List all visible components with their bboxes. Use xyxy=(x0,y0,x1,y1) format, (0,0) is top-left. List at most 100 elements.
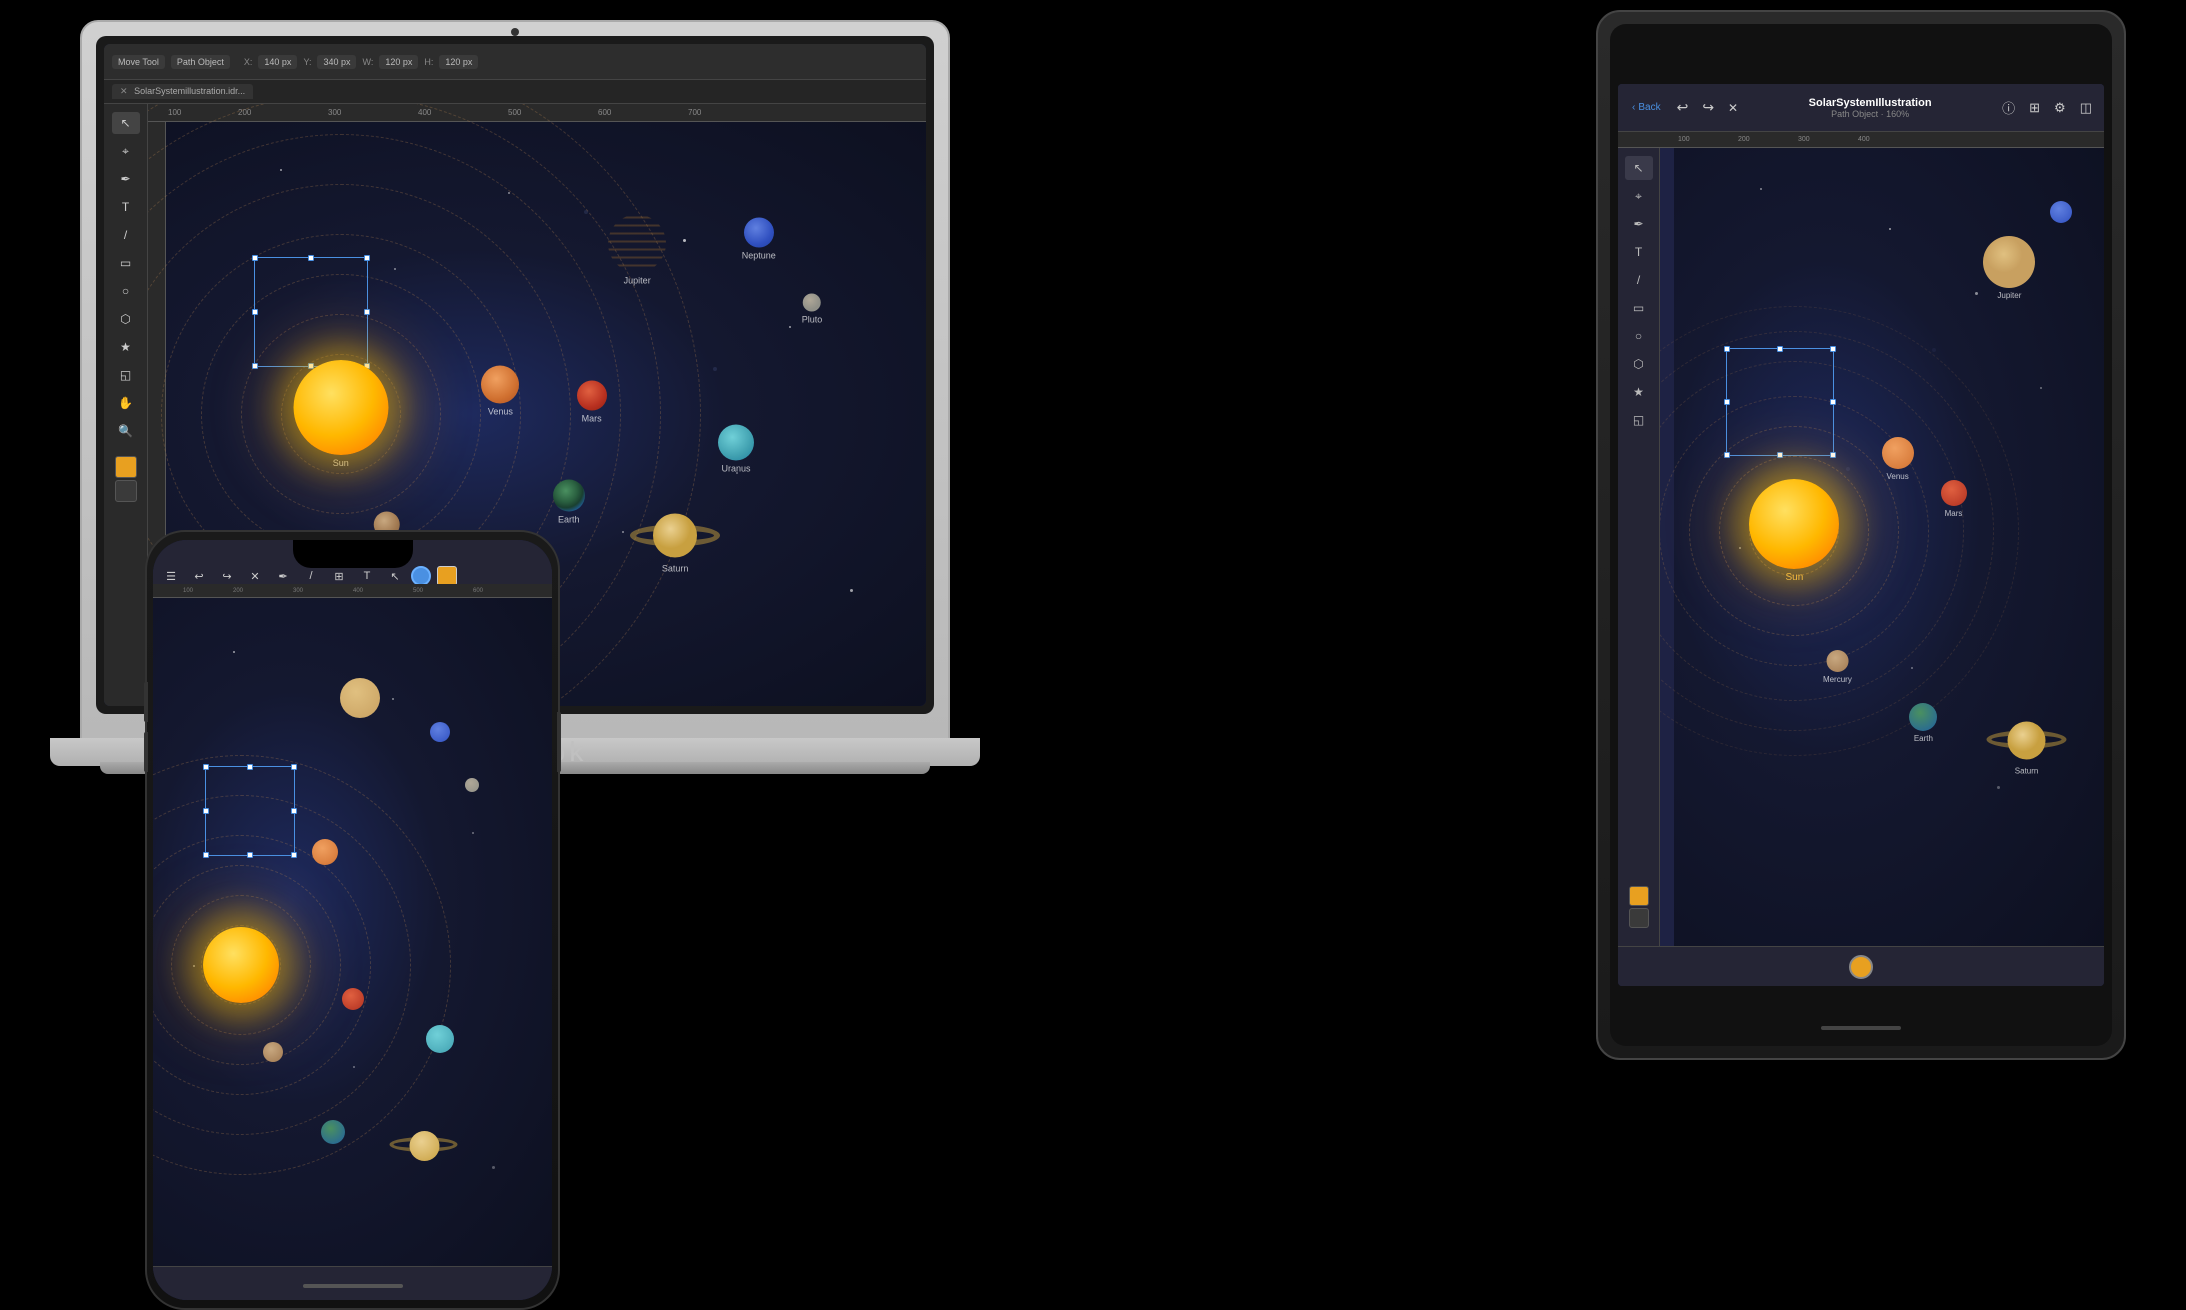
orbit-saturn-phone xyxy=(153,755,451,1175)
tablet-shear-tool[interactable]: ◱ xyxy=(1625,408,1653,432)
jupiter-tablet[interactable]: Jupiter xyxy=(1983,236,2035,300)
y-value[interactable]: 340 px xyxy=(317,55,356,69)
x-value[interactable]: 140 px xyxy=(258,55,297,69)
mars-mac[interactable]: Mars xyxy=(577,381,607,424)
neptune-tablet[interactable] xyxy=(2050,201,2072,223)
pen-tool[interactable]: ✒ xyxy=(112,168,140,190)
tablet-stroke-swatch[interactable] xyxy=(1629,908,1649,928)
layers-button-tablet[interactable]: ◫ xyxy=(2076,100,2096,116)
tablet-star-tool[interactable]: ★ xyxy=(1625,380,1653,404)
redo-button[interactable]: ↪ xyxy=(1698,99,1718,116)
neptune-mac[interactable]: Neptune xyxy=(742,217,776,260)
saturn-tablet[interactable]: Saturn xyxy=(1994,718,2059,775)
tablet-color-circle[interactable] xyxy=(1849,955,1873,979)
sun-tablet[interactable]: Sun xyxy=(1749,479,1839,583)
phone-power-btn[interactable] xyxy=(557,712,561,772)
saturn-body-phone xyxy=(409,1131,439,1161)
venus-mac[interactable]: Venus xyxy=(481,365,519,416)
polygon-tool[interactable]: ⬡ xyxy=(112,308,140,330)
mac-tab-file[interactable]: ✕ SolarSystemillustration.idr... xyxy=(112,84,253,99)
close-button[interactable]: ✕ xyxy=(1724,101,1742,115)
venus-label-mac: Venus xyxy=(488,406,513,416)
tablet-canvas-wrap[interactable]: Sun Mercury Venus xyxy=(1660,148,2104,946)
tablet-ellipse-tool[interactable]: ○ xyxy=(1625,324,1653,348)
jupiter-mac[interactable]: Jupiter xyxy=(608,215,666,286)
sun-phone[interactable] xyxy=(203,927,279,1003)
node-tool[interactable]: ⌖ xyxy=(112,140,140,162)
back-button[interactable]: ‹ Back xyxy=(1626,98,1667,117)
mercury-phone[interactable] xyxy=(263,1042,283,1062)
venus-phone[interactable] xyxy=(312,839,338,865)
tablet-line-tool[interactable]: / xyxy=(1625,268,1653,292)
mars-tablet[interactable]: Mars xyxy=(1941,480,1967,518)
gear-button-tablet[interactable]: ⚙ xyxy=(2050,100,2070,116)
tablet-pen-tool[interactable]: ✒ xyxy=(1625,212,1653,236)
text-tool[interactable]: T xyxy=(112,196,140,218)
info-button-tablet[interactable]: ⓘ xyxy=(1998,98,2019,117)
phone-ruler-h: 100 200 300 400 500 600 xyxy=(153,584,552,598)
uranus-mac[interactable]: Uranus xyxy=(718,425,754,474)
tablet-node-tool[interactable]: ⌖ xyxy=(1625,184,1653,208)
saturn-phone[interactable] xyxy=(397,1127,452,1165)
line-tool[interactable]: / xyxy=(112,224,140,246)
sun-mac[interactable]: Sun xyxy=(293,360,388,468)
phone-vol-up-btn[interactable] xyxy=(144,682,148,722)
neptune-phone[interactable] xyxy=(430,722,450,742)
tablet-rect-tool[interactable]: ▭ xyxy=(1625,296,1653,320)
phone-vol-down-btn[interactable] xyxy=(144,732,148,772)
uranus-body-mac xyxy=(718,425,754,461)
star-tool[interactable]: ★ xyxy=(112,336,140,358)
jupiter-label-tablet: Jupiter xyxy=(1997,291,2021,300)
earth-body-phone xyxy=(321,1120,345,1144)
phone-fill-swatch[interactable] xyxy=(437,566,457,586)
tablet-canvas[interactable]: Sun Mercury Venus xyxy=(1674,148,2104,946)
tab-close-icon[interactable]: ✕ xyxy=(120,86,128,96)
fill-color-swatch[interactable] xyxy=(115,456,137,478)
mars-phone[interactable] xyxy=(342,988,364,1010)
phone-screen: ☰ ↩ ↪ ✕ ✒ / ⊞ T ↖ 100 200 300 4 xyxy=(153,540,552,1300)
rect-tool[interactable]: ▭ xyxy=(112,252,140,274)
earth-phone[interactable] xyxy=(321,1120,345,1144)
h-value[interactable]: 120 px xyxy=(439,55,478,69)
tablet-screen: ‹ Back ↩ ↪ ✕ SolarSystemIllustration Pat… xyxy=(1618,84,2104,986)
sun-body-mac xyxy=(293,360,388,455)
pluto-mac[interactable]: Pluto xyxy=(802,293,823,324)
mercury-tablet[interactable]: Mercury xyxy=(1823,650,1852,684)
macbook-camera xyxy=(511,28,519,36)
phone-color-circle[interactable] xyxy=(411,566,431,586)
saturn-mac[interactable]: Saturn xyxy=(640,511,710,574)
move-tool-label[interactable]: Move Tool xyxy=(112,55,165,69)
mac-sidebar: ↖ ⌖ ✒ T / ▭ ○ ⬡ ★ ◱ ✋ 🔍 xyxy=(104,104,148,706)
jupiter-phone[interactable] xyxy=(340,678,380,718)
grid-button-tablet[interactable]: ⊞ xyxy=(2025,100,2044,116)
tablet-polygon-tool[interactable]: ⬡ xyxy=(1625,352,1653,376)
earth-tablet[interactable]: Earth xyxy=(1909,703,1937,743)
mars-body-mac xyxy=(577,381,607,411)
tablet-fill-swatch[interactable] xyxy=(1629,886,1649,906)
tablet-header-title: SolarSystemIllustration Path Object · 16… xyxy=(1748,97,1992,119)
phone-canvas[interactable] xyxy=(153,598,552,1266)
w-value[interactable]: 120 px xyxy=(379,55,418,69)
transform-tool[interactable]: ◱ xyxy=(112,364,140,386)
tablet-text-tool[interactable]: T xyxy=(1625,240,1653,264)
mac-tab-bar: ✕ SolarSystemillustration.idr... xyxy=(104,80,926,104)
mercury-label-tablet: Mercury xyxy=(1823,675,1852,684)
hand-tool[interactable]: ✋ xyxy=(112,392,140,414)
neptune-body-mac xyxy=(744,217,774,247)
pluto-phone[interactable] xyxy=(465,778,479,792)
uranus-label-mac: Uranus xyxy=(721,464,750,474)
ellipse-tool[interactable]: ○ xyxy=(112,280,140,302)
venus-tablet[interactable]: Venus xyxy=(1882,437,1914,481)
sun-body-phone xyxy=(203,927,279,1003)
tablet-select-tool[interactable]: ↖ xyxy=(1625,156,1653,180)
jupiter-body-mac xyxy=(608,215,666,273)
select-tool[interactable]: ↖ xyxy=(112,112,140,134)
earth-mac[interactable]: Earth xyxy=(553,479,585,524)
stroke-color-swatch[interactable] xyxy=(115,480,137,502)
uranus-phone[interactable] xyxy=(426,1025,454,1053)
zoom-tool[interactable]: 🔍 xyxy=(112,420,140,442)
path-object-label[interactable]: Path Object xyxy=(171,55,230,69)
saturn-body-tablet xyxy=(2008,722,2046,760)
undo-button[interactable]: ↩ xyxy=(1673,99,1693,116)
tablet-ruler-h: 100 200 300 400 xyxy=(1618,132,2104,148)
